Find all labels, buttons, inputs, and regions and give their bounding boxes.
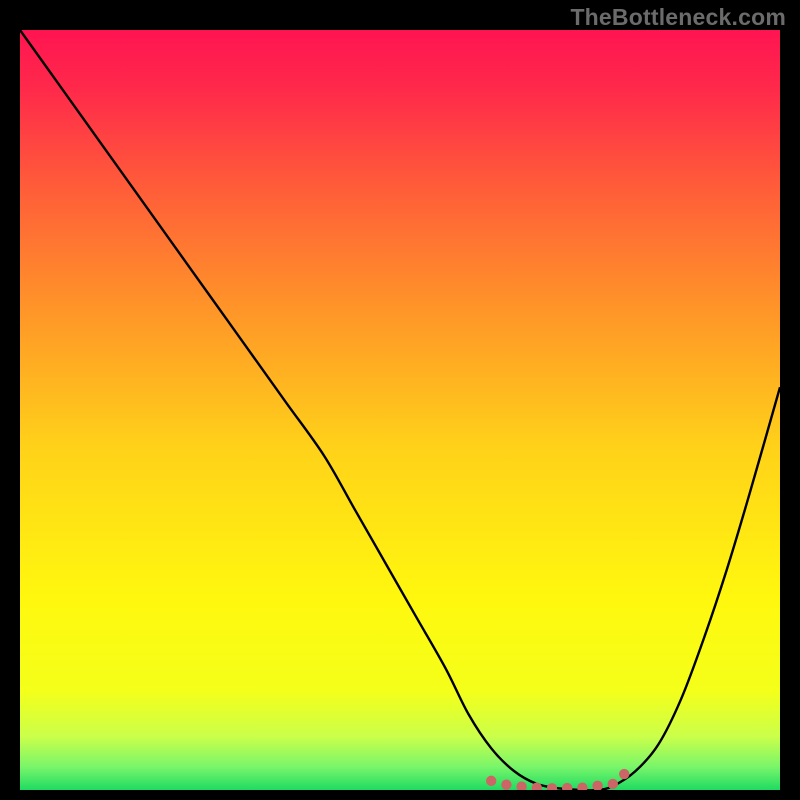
valley-marker bbox=[501, 779, 511, 789]
chart-frame: TheBottleneck.com bbox=[0, 0, 800, 800]
watermark-label: TheBottleneck.com bbox=[570, 4, 786, 31]
chart-plot-area bbox=[20, 30, 780, 790]
chart-svg bbox=[20, 30, 780, 790]
valley-marker bbox=[608, 779, 618, 789]
valley-marker bbox=[486, 776, 496, 786]
valley-marker bbox=[619, 769, 629, 779]
chart-background bbox=[20, 30, 780, 790]
